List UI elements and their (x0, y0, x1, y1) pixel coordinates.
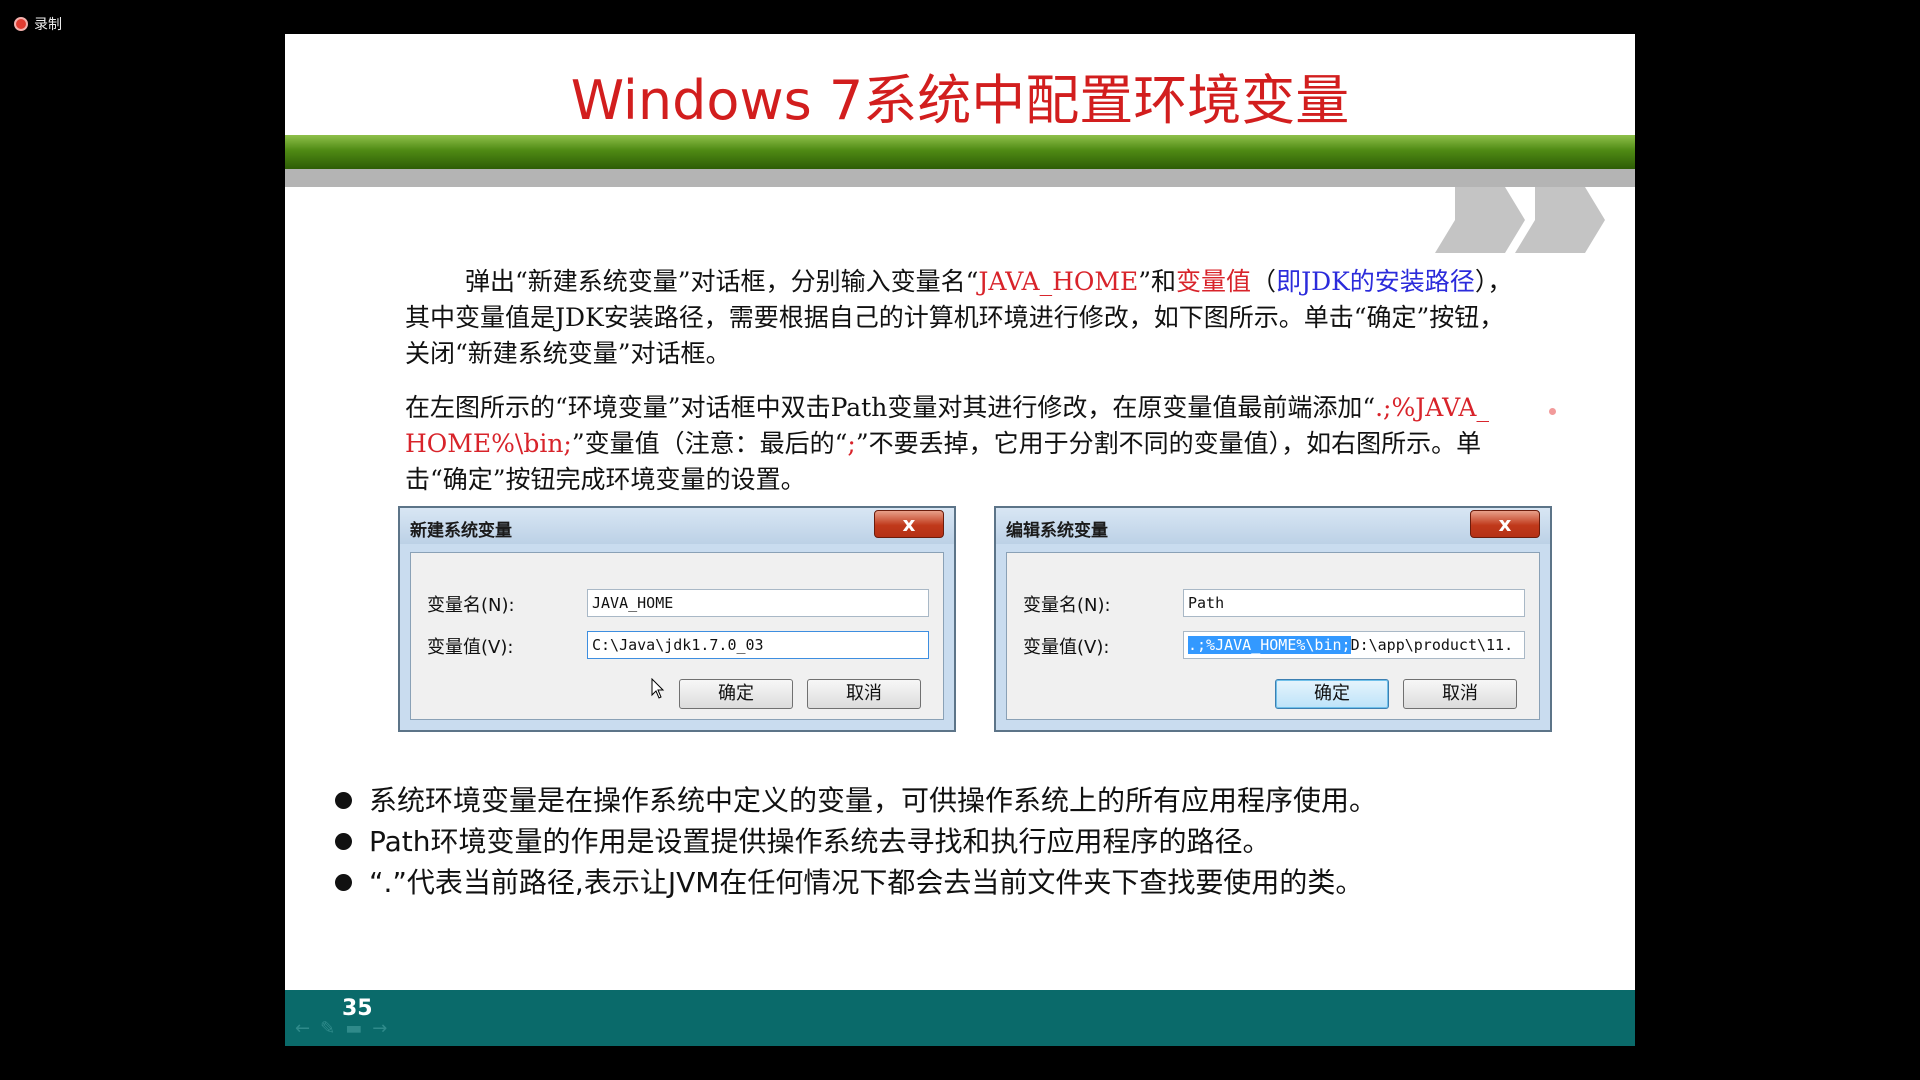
value-text: D:\app\product\11. (1350, 636, 1514, 654)
variable-value-label: 变量值(V): (427, 637, 514, 658)
dialog-title: 新建系统变量 (410, 521, 512, 541)
bullet-icon (335, 833, 352, 850)
title-gray-bar (285, 169, 1635, 187)
slideshow-nav: ← ✎ ▬ → (295, 1018, 387, 1039)
variable-name-input[interactable]: Path (1183, 589, 1525, 617)
previous-arrow-icon[interactable]: ← (295, 1018, 310, 1039)
dialog-title: 编辑系统变量 (1006, 521, 1108, 541)
slide-footer: 35 ← ✎ ▬ → (285, 990, 1635, 1046)
instruction-paragraph-1: 弹出“新建系统变量”对话框，分别输入变量名“JAVA_HOME”和变量值（即JD… (405, 267, 1513, 368)
record-icon (14, 17, 28, 31)
bullet-item: “.”代表当前路径,表示让JVM在任何情况下都会去当前文件夹下查找要使用的类。 (335, 862, 1615, 903)
next-arrow-icon[interactable]: → (372, 1018, 387, 1039)
dialog-body: 变量名(N): 变量值(V): Path .;%JAVA_HOME%\bin;D… (1006, 552, 1540, 720)
pen-icon[interactable]: ✎ (320, 1018, 335, 1039)
close-icon: x (1498, 512, 1512, 536)
title-green-bar (285, 135, 1635, 169)
variable-value-label: 变量值(V): (1023, 637, 1110, 658)
slide-title: Windows 7系统中配置环境变量 (570, 69, 1350, 132)
instruction-paragraph-2: 在左图所示的“环境变量”对话框中双击Path变量对其进行修改，在原变量值最前端添… (405, 393, 1489, 494)
ok-button[interactable]: 确定 (679, 679, 793, 709)
variable-value-input[interactable]: .;%JAVA_HOME%\bin;D:\app\product\11. (1183, 631, 1525, 659)
bullet-item: Path环境变量的作用是设置提供操作系统去寻找和执行应用程序的路径。 (335, 821, 1615, 862)
close-button[interactable]: x (1470, 510, 1540, 538)
recording-indicator[interactable]: 录制 (14, 14, 62, 34)
bullet-icon (335, 792, 352, 809)
variable-name-input[interactable]: JAVA_HOME (587, 589, 929, 617)
cancel-button[interactable]: 取消 (1403, 679, 1517, 709)
cancel-button[interactable]: 取消 (807, 679, 921, 709)
menu-icon[interactable]: ▬ (345, 1018, 362, 1039)
edit-system-variable-dialog: 编辑系统变量 x 变量名(N): 变量值(V): Path .;%JAVA_HO… (994, 506, 1552, 732)
close-button[interactable]: x (874, 510, 944, 538)
mouse-cursor-icon (651, 678, 665, 699)
dialog-titlebar: 新建系统变量 x (400, 508, 954, 544)
bullet-item: 系统环境变量是在操作系统中定义的变量，可供操作系统上的所有应用程序使用。 (335, 780, 1615, 821)
variable-value-input[interactable]: C:\Java\jdk1.7.0_03 (587, 631, 929, 659)
laser-pointer-dot (1549, 408, 1556, 415)
slide: Windows 7系统中配置环境变量 弹出“新建系统变量”对话框，分别输入变量名… (285, 34, 1635, 1046)
new-system-variable-dialog: 新建系统变量 x 变量名(N): 变量值(V): JAVA_HOME C:\Ja… (398, 506, 956, 732)
close-icon: x (902, 512, 916, 536)
dialog-titlebar: 编辑系统变量 x (996, 508, 1550, 544)
selected-text: .;%JAVA_HOME%\bin; (1188, 636, 1351, 654)
variable-name-label: 变量名(N): (427, 595, 515, 616)
chevron-decoration-icon (1435, 187, 1605, 253)
ok-button[interactable]: 确定 (1275, 679, 1389, 709)
recording-label: 录制 (34, 17, 62, 33)
variable-name-label: 变量名(N): (1023, 595, 1111, 616)
bullet-list: 系统环境变量是在操作系统中定义的变量，可供操作系统上的所有应用程序使用。 Pat… (335, 780, 1615, 903)
dialog-body: 变量名(N): 变量值(V): JAVA_HOME C:\Java\jdk1.7… (410, 552, 944, 720)
bullet-icon (335, 874, 352, 891)
